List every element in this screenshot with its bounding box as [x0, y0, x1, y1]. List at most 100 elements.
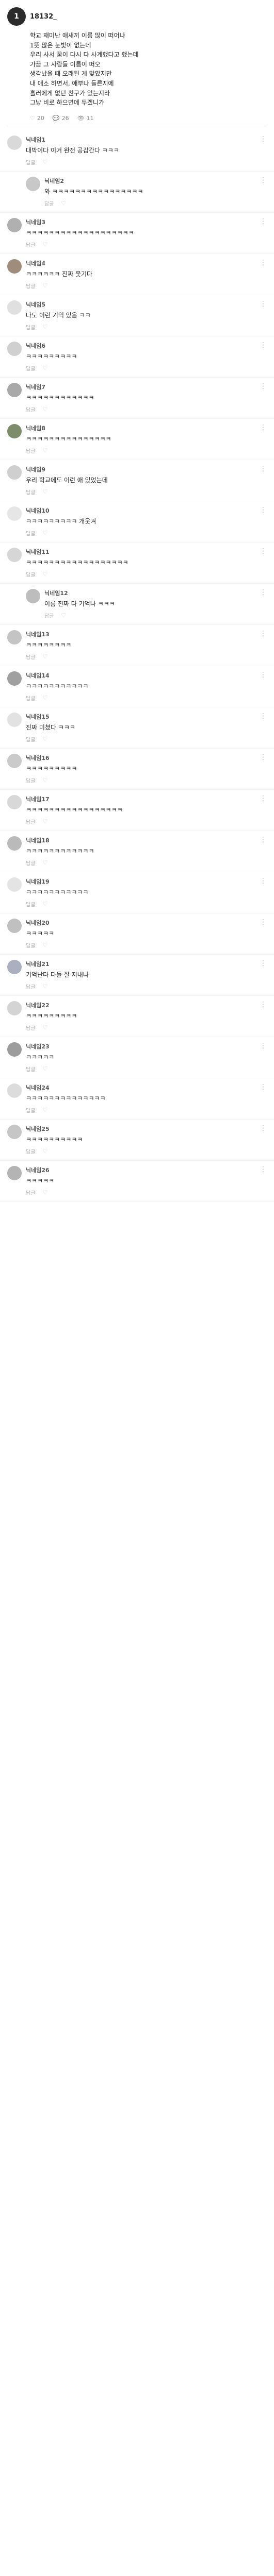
heart-icon[interactable]: ♡ [42, 694, 47, 702]
commenter-name[interactable]: 닉네임2 [44, 177, 64, 185]
commenter-avatar[interactable] [7, 547, 22, 562]
commenter-name[interactable]: 닉네임10 [26, 506, 50, 515]
commenter-avatar[interactable] [7, 794, 22, 809]
heart-icon[interactable]: ♡ [42, 859, 47, 867]
commenter-name[interactable]: 닉네임26 [26, 1166, 50, 1174]
heart-icon[interactable]: ♡ [42, 570, 47, 578]
heart-icon[interactable]: ♡ [42, 1024, 47, 1031]
heart-icon[interactable]: ♡ [42, 941, 47, 949]
more-options-icon[interactable]: ⋮ [260, 795, 267, 825]
more-options-icon[interactable]: ⋮ [260, 465, 267, 496]
more-options-icon[interactable]: ⋮ [260, 1042, 267, 1073]
commenter-name[interactable]: 닉네임18 [26, 836, 50, 844]
commenter-name[interactable]: 닉네임5 [26, 300, 45, 309]
more-options-icon[interactable]: ⋮ [260, 383, 267, 413]
heart-icon[interactable]: ♡ [42, 364, 47, 372]
heart-icon[interactable]: ♡ [42, 405, 47, 413]
reply-button[interactable]: 답글 [26, 1106, 35, 1114]
commenter-name[interactable]: 닉네임6 [26, 342, 45, 350]
commenter-avatar[interactable] [7, 465, 22, 480]
commenter-name[interactable]: 닉네임17 [26, 795, 50, 803]
reply-button[interactable]: 답글 [26, 900, 35, 908]
reply-button[interactable]: 답글 [26, 570, 35, 578]
reply-button[interactable]: 답글 [26, 488, 35, 496]
more-options-icon[interactable]: ⋮ [260, 1166, 267, 1196]
commenter-avatar[interactable] [7, 1083, 22, 1098]
more-options-icon[interactable]: ⋮ [260, 754, 267, 784]
heart-icon[interactable]: ♡ [61, 612, 66, 619]
commenter-avatar[interactable] [7, 1165, 22, 1180]
more-options-icon[interactable]: ⋮ [260, 1125, 267, 1155]
commenter-avatar[interactable] [7, 382, 22, 397]
commenter-avatar[interactable] [7, 423, 22, 438]
reply-button[interactable]: 답글 [26, 158, 35, 166]
more-options-icon[interactable]: ⋮ [260, 919, 267, 949]
commenter-name[interactable]: 닉네임1 [26, 135, 45, 144]
reply-button[interactable]: 답글 [26, 941, 35, 949]
reply-button[interactable]: 답글 [26, 1024, 35, 1031]
commenter-name[interactable]: 닉네임3 [26, 218, 45, 226]
more-options-icon[interactable]: ⋮ [260, 960, 267, 990]
heart-icon[interactable]: ♡ [42, 1065, 47, 1073]
commenter-name[interactable]: 닉네임12 [44, 589, 68, 597]
commenter-avatar[interactable] [7, 217, 22, 232]
commenter-avatar[interactable] [7, 135, 22, 150]
commenter-avatar[interactable] [7, 877, 22, 892]
commenter-avatar[interactable] [7, 1124, 22, 1139]
commenter-avatar[interactable] [26, 176, 40, 191]
heart-icon[interactable]: ♡ [42, 488, 47, 496]
commenter-name[interactable]: 닉네임14 [26, 671, 50, 680]
heart-icon[interactable]: ♡ [42, 529, 47, 537]
commenter-name[interactable]: 닉네임8 [26, 424, 45, 432]
reply-button[interactable]: 답글 [26, 694, 35, 702]
commenter-name[interactable]: 닉네임25 [26, 1125, 50, 1133]
commenter-name[interactable]: 닉네임24 [26, 1083, 50, 1092]
more-options-icon[interactable]: ⋮ [260, 671, 267, 702]
more-options-icon[interactable]: ⋮ [260, 630, 267, 660]
commenter-avatar[interactable] [7, 259, 22, 274]
reply-button[interactable]: 답글 [26, 323, 35, 331]
commenter-name[interactable]: 닉네임4 [26, 259, 45, 267]
commenter-name[interactable]: 닉네임15 [26, 713, 50, 721]
reply-button[interactable]: 답글 [26, 982, 35, 990]
more-options-icon[interactable]: ⋮ [260, 177, 267, 207]
commenter-avatar[interactable] [7, 1001, 22, 1015]
heart-icon[interactable]: ♡ [42, 982, 47, 990]
commenter-name[interactable]: 닉네임9 [26, 465, 45, 473]
more-options-icon[interactable]: ⋮ [260, 548, 267, 578]
heart-icon[interactable]: ♡ [42, 776, 47, 784]
reply-button[interactable]: 답글 [26, 653, 35, 660]
reply-button[interactable]: 답글 [26, 859, 35, 867]
more-options-icon[interactable]: ⋮ [260, 877, 267, 908]
commenter-avatar[interactable] [7, 753, 22, 768]
more-options-icon[interactable]: ⋮ [260, 589, 267, 619]
author-avatar[interactable]: 1 [7, 7, 26, 26]
heart-icon[interactable]: ♡ [42, 447, 47, 454]
author-name[interactable]: 18132_ [30, 13, 57, 21]
commenter-name[interactable]: 닉네임11 [26, 548, 50, 556]
reply-button[interactable]: 답글 [44, 612, 54, 619]
more-options-icon[interactable]: ⋮ [260, 713, 267, 743]
commenter-avatar[interactable] [7, 712, 22, 727]
commenter-avatar[interactable] [7, 341, 22, 356]
more-options-icon[interactable]: ⋮ [260, 836, 267, 867]
reply-button[interactable]: 답글 [26, 282, 35, 290]
commenter-name[interactable]: 닉네임13 [26, 630, 50, 638]
commenter-name[interactable]: 닉네임16 [26, 754, 50, 762]
more-options-icon[interactable]: ⋮ [260, 135, 267, 166]
heart-icon[interactable]: ♡ [42, 653, 47, 660]
commenter-avatar[interactable] [7, 300, 22, 315]
heart-icon[interactable]: ♡ [42, 818, 47, 825]
reply-button[interactable]: 답글 [26, 1065, 35, 1073]
more-options-icon[interactable]: ⋮ [260, 1083, 267, 1114]
reply-button[interactable]: 답글 [26, 529, 35, 537]
commenter-name[interactable]: 닉네임7 [26, 383, 45, 391]
heart-icon[interactable]: ♡ [42, 1106, 47, 1114]
heart-icon[interactable]: ♡ [42, 1147, 47, 1155]
heart-icon[interactable]: ♡ [42, 1189, 47, 1196]
reply-button[interactable]: 답글 [26, 735, 35, 743]
commenter-name[interactable]: 닉네임23 [26, 1042, 50, 1050]
commenter-name[interactable]: 닉네임21 [26, 960, 50, 968]
heart-icon[interactable]: ♡ [42, 158, 47, 166]
commenter-avatar[interactable] [7, 671, 22, 686]
